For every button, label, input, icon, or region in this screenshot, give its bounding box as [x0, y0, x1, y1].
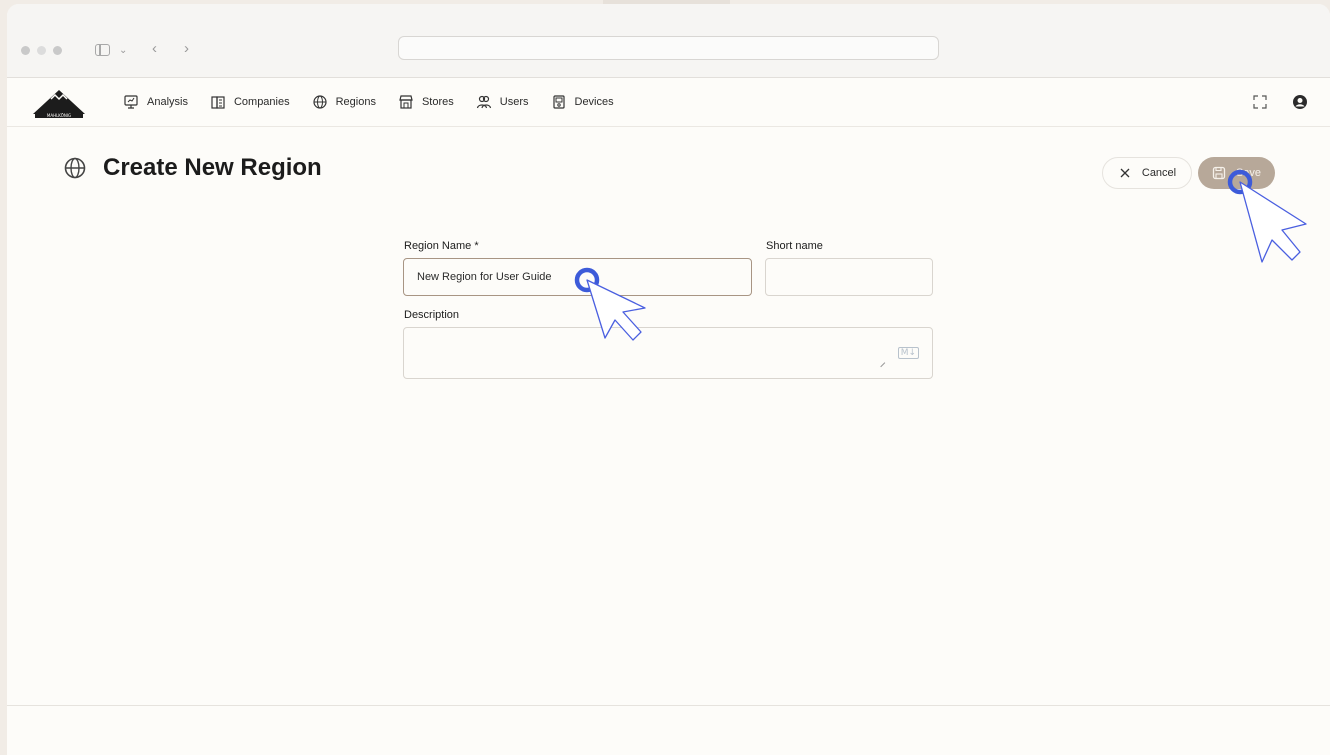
nav-item-label: Users — [499, 96, 529, 108]
zoom-window-button[interactable] — [53, 46, 62, 55]
region-name-value: New Region for User Guide — [417, 271, 552, 283]
nav-item-analysis[interactable]: Analysis — [123, 93, 188, 111]
fullscreen-icon[interactable] — [1252, 94, 1268, 110]
close-window-button[interactable] — [21, 46, 30, 55]
presentation-chart-icon — [124, 95, 138, 109]
footer — [7, 706, 1330, 755]
nav-item-label: Analysis — [147, 96, 188, 108]
browser-toolbar: ⌄ ‹ › — [7, 4, 1330, 78]
browser-window: ⌄ ‹ › MAHLKÖNIG Analysis Companies Regio… — [7, 4, 1330, 755]
forward-arrow-icon[interactable]: › — [184, 39, 189, 59]
globe-icon — [64, 157, 86, 179]
nav-item-label: Devices — [574, 96, 614, 108]
markdown-icon: M↓ — [897, 347, 919, 359]
nav-item-label: Companies — [233, 96, 290, 108]
sidebar-toggle-icon[interactable] — [95, 44, 110, 56]
description-label: Description — [404, 309, 460, 321]
click-indicator-icon — [1227, 169, 1307, 263]
close-icon — [1120, 168, 1130, 178]
description-textarea[interactable]: M↓ — [403, 327, 933, 379]
nav-item-stores[interactable]: Stores — [398, 93, 454, 111]
short-name-label: Short name — [766, 240, 823, 252]
user-account-icon[interactable] — [1292, 94, 1308, 110]
nav-item-label: Regions — [335, 96, 376, 108]
page-header: Create New Region — [63, 154, 322, 182]
nav-item-regions[interactable]: Regions — [312, 93, 376, 111]
short-name-input[interactable] — [765, 258, 933, 296]
resize-handle-icon[interactable] — [876, 358, 886, 368]
nav-item-devices[interactable]: Devices — [551, 93, 614, 111]
url-bar[interactable] — [398, 36, 939, 60]
click-indicator-icon — [574, 267, 646, 341]
nav-right-actions — [1252, 94, 1308, 110]
building-icon — [211, 96, 225, 109]
users-icon — [476, 95, 491, 109]
cancel-button[interactable]: Cancel — [1102, 157, 1192, 189]
cancel-button-label: Cancel — [1141, 167, 1177, 179]
minimize-window-button[interactable] — [37, 46, 46, 55]
store-icon — [399, 95, 413, 109]
nav-item-companies[interactable]: Companies — [210, 93, 290, 111]
nav-item-users[interactable]: Users — [476, 93, 529, 111]
window-controls[interactable] — [21, 46, 62, 55]
device-icon — [552, 95, 565, 109]
back-arrow-icon[interactable]: ‹ — [152, 39, 157, 59]
region-name-label: Region Name * — [404, 240, 479, 252]
mahlkonig-logo[interactable]: MAHLKÖNIG — [29, 87, 89, 119]
app-navbar: MAHLKÖNIG Analysis Companies Regions Sto… — [7, 79, 1330, 127]
page-title: Create New Region — [103, 154, 322, 181]
chevron-down-icon[interactable]: ⌄ — [119, 41, 127, 61]
nav-item-label: Stores — [421, 96, 454, 108]
main-nav: Analysis Companies Regions Stores Users … — [123, 93, 636, 111]
svg-text:MAHLKÖNIG: MAHLKÖNIG — [47, 113, 71, 118]
globe-icon — [313, 95, 327, 109]
